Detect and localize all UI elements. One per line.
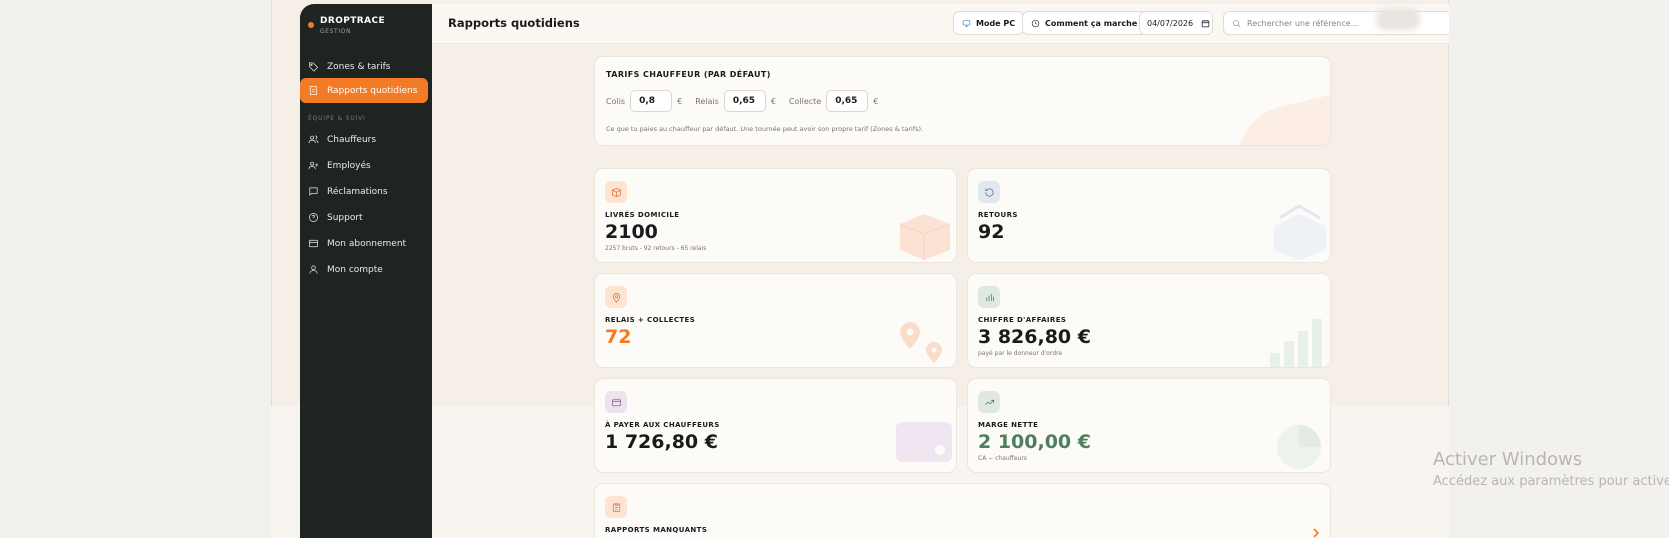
bars-decor-icon — [1270, 319, 1322, 367]
colis-label: Colis — [606, 96, 626, 106]
currency-label: € — [873, 96, 879, 106]
tile-relais: RELAIS + COLLECTES 72 — [594, 273, 957, 368]
clipboard-icon — [605, 496, 627, 518]
sidebar-item-zones[interactable]: Zones & tarifs — [300, 54, 428, 79]
help-circle-icon — [1031, 19, 1040, 27]
message-icon — [308, 186, 319, 197]
pie-decor-icon — [1277, 425, 1321, 469]
currency-label: € — [677, 96, 683, 106]
how-it-works-label: Comment ça marche ? — [1045, 18, 1145, 28]
collecte-label: Collecte — [788, 96, 822, 106]
marge-sub: CA − chauffeurs — [978, 455, 1027, 462]
bar-chart-icon — [978, 286, 1000, 308]
monitor-icon — [962, 19, 971, 27]
user-plus-icon — [308, 160, 319, 171]
sidebar-item-label: Réclamations — [327, 186, 388, 197]
how-it-works-button[interactable]: Comment ça marche ? — [1022, 11, 1154, 35]
manquants-label: RAPPORTS MANQUANTS — [605, 526, 708, 534]
windows-activation-subtitle: Accédez aux paramètres pour activer — [1433, 474, 1669, 489]
trending-up-icon — [978, 391, 1000, 413]
report-icon — [308, 85, 319, 96]
sidebar-item-label: Chauffeurs — [327, 134, 377, 145]
tarifs-row: Colis 0,8 € Relais 0,65 € Collecte 0,65 … — [606, 90, 886, 112]
sidebar-item-label: Employés — [327, 160, 371, 171]
card-icon — [308, 238, 319, 249]
ca-label: CHIFFRE D'AFFAIRES — [978, 316, 1067, 324]
marge-label: MARGE NETTE — [978, 421, 1039, 429]
users-icon — [308, 134, 319, 145]
retours-label: RETOURS — [978, 211, 1018, 219]
ca-value: 3 826,80 € — [978, 326, 1091, 348]
tile-retours: RETOURS 92 — [967, 168, 1331, 263]
tile-marge-nette: MARGE NETTE 2 100,00 € CA − chauffeurs — [967, 378, 1331, 473]
retours-value: 92 — [978, 221, 1005, 243]
sidebar-item-rapports[interactable]: Rapports quotidiens — [300, 78, 428, 103]
livres-sub: 2257 bruts - 92 retours - 65 relais — [605, 245, 707, 252]
date-input[interactable]: 04/07/2026 — [1139, 11, 1213, 35]
tag-icon — [308, 61, 319, 72]
sidebar-item-label: Rapports quotidiens — [327, 85, 418, 96]
sidebar: DROPTRACE GESTION Zones & tarifs Rapport… — [300, 4, 432, 538]
calendar-icon[interactable] — [1201, 19, 1210, 28]
brand-name: DROPTRACE — [320, 16, 386, 26]
tile-livres: LIVRÉS DOMICILE 2100 2257 bruts - 92 ret… — [594, 168, 957, 263]
sidebar-item-label: Zones & tarifs — [327, 61, 391, 72]
pins-decor-icon — [900, 322, 942, 363]
tarifs-note: Ce que tu paies au chauffeur par défaut.… — [606, 125, 924, 133]
payer-value: 1 726,80 € — [605, 431, 718, 453]
sidebar-item-abonnement[interactable]: Mon abonnement — [300, 231, 428, 256]
open-box-decor-icon — [1274, 204, 1326, 260]
ca-sub: payé par le donneur d'ordre — [978, 350, 1063, 357]
chevron-right-icon[interactable] — [1312, 528, 1320, 538]
payer-label: À PAYER AUX CHAUFFEURS — [605, 421, 720, 429]
sidebar-section-label: ÉQUIPE & SUIVI — [308, 115, 366, 122]
page-title: Rapports quotidiens — [448, 16, 580, 30]
card-decor-icon — [896, 422, 952, 462]
sidebar-item-employes[interactable]: Employés — [300, 153, 428, 178]
sidebar-item-compte[interactable]: Mon compte — [300, 257, 428, 282]
box-icon — [605, 181, 627, 203]
colis-input[interactable]: 0,8 — [630, 90, 673, 112]
tile-rapports-manquants[interactable]: RAPPORTS MANQUANTS — [594, 483, 1331, 538]
refresh-icon — [978, 181, 1000, 203]
relais-input[interactable]: 0,65 — [723, 90, 766, 112]
brand-dot-icon — [308, 22, 314, 28]
help-icon — [308, 212, 319, 223]
sidebar-item-chauffeurs[interactable]: Chauffeurs — [300, 127, 428, 152]
currency-label: € — [770, 96, 776, 106]
tarifs-card: TARIFS CHAUFFEUR (PAR DÉFAUT) Colis 0,8 … — [594, 56, 1331, 146]
brand: DROPTRACE GESTION — [308, 16, 385, 35]
avatar[interactable] — [1376, 8, 1420, 30]
tile-a-payer: À PAYER AUX CHAUFFEURS 1 726,80 € — [594, 378, 957, 473]
relais-label: Relais — [695, 96, 719, 106]
search-placeholder: Rechercher une référence... — [1247, 18, 1359, 28]
collecte-input[interactable]: 0,65 — [826, 90, 869, 112]
mode-pc-button[interactable]: Mode PC — [953, 11, 1025, 35]
windows-activation-title: Activer Windows — [1433, 449, 1583, 470]
wallet-icon — [605, 391, 627, 413]
tarifs-title: TARIFS CHAUFFEUR (PAR DÉFAUT) — [606, 70, 771, 79]
marge-value: 2 100,00 € — [978, 431, 1091, 453]
brand-subtitle: GESTION — [320, 28, 352, 35]
relais-tile-value: 72 — [605, 326, 632, 348]
sidebar-item-label: Support — [327, 212, 363, 223]
date-value: 04/07/2026 — [1147, 18, 1194, 28]
livres-label: LIVRÉS DOMICILE — [605, 211, 680, 219]
sidebar-item-label: Mon abonnement — [327, 238, 407, 249]
user-icon — [308, 264, 319, 275]
tile-chiffre-affaires: CHIFFRE D'AFFAIRES 3 826,80 € payé par l… — [967, 273, 1331, 368]
sidebar-item-reclamations[interactable]: Réclamations — [300, 179, 428, 204]
sidebar-item-label: Mon compte — [327, 264, 383, 275]
box-decor-icon — [899, 214, 951, 260]
relais-tile-label: RELAIS + COLLECTES — [605, 316, 696, 324]
search-icon — [1233, 19, 1241, 27]
topbar: Rapports quotidiens Mode PC Comment ça m… — [432, 4, 1449, 44]
decor-shape-icon — [1240, 95, 1330, 145]
sidebar-item-support[interactable]: Support — [300, 205, 428, 230]
location-pin-icon — [605, 286, 627, 308]
livres-value: 2100 — [605, 221, 658, 243]
mode-pc-label: Mode PC — [976, 18, 1016, 28]
